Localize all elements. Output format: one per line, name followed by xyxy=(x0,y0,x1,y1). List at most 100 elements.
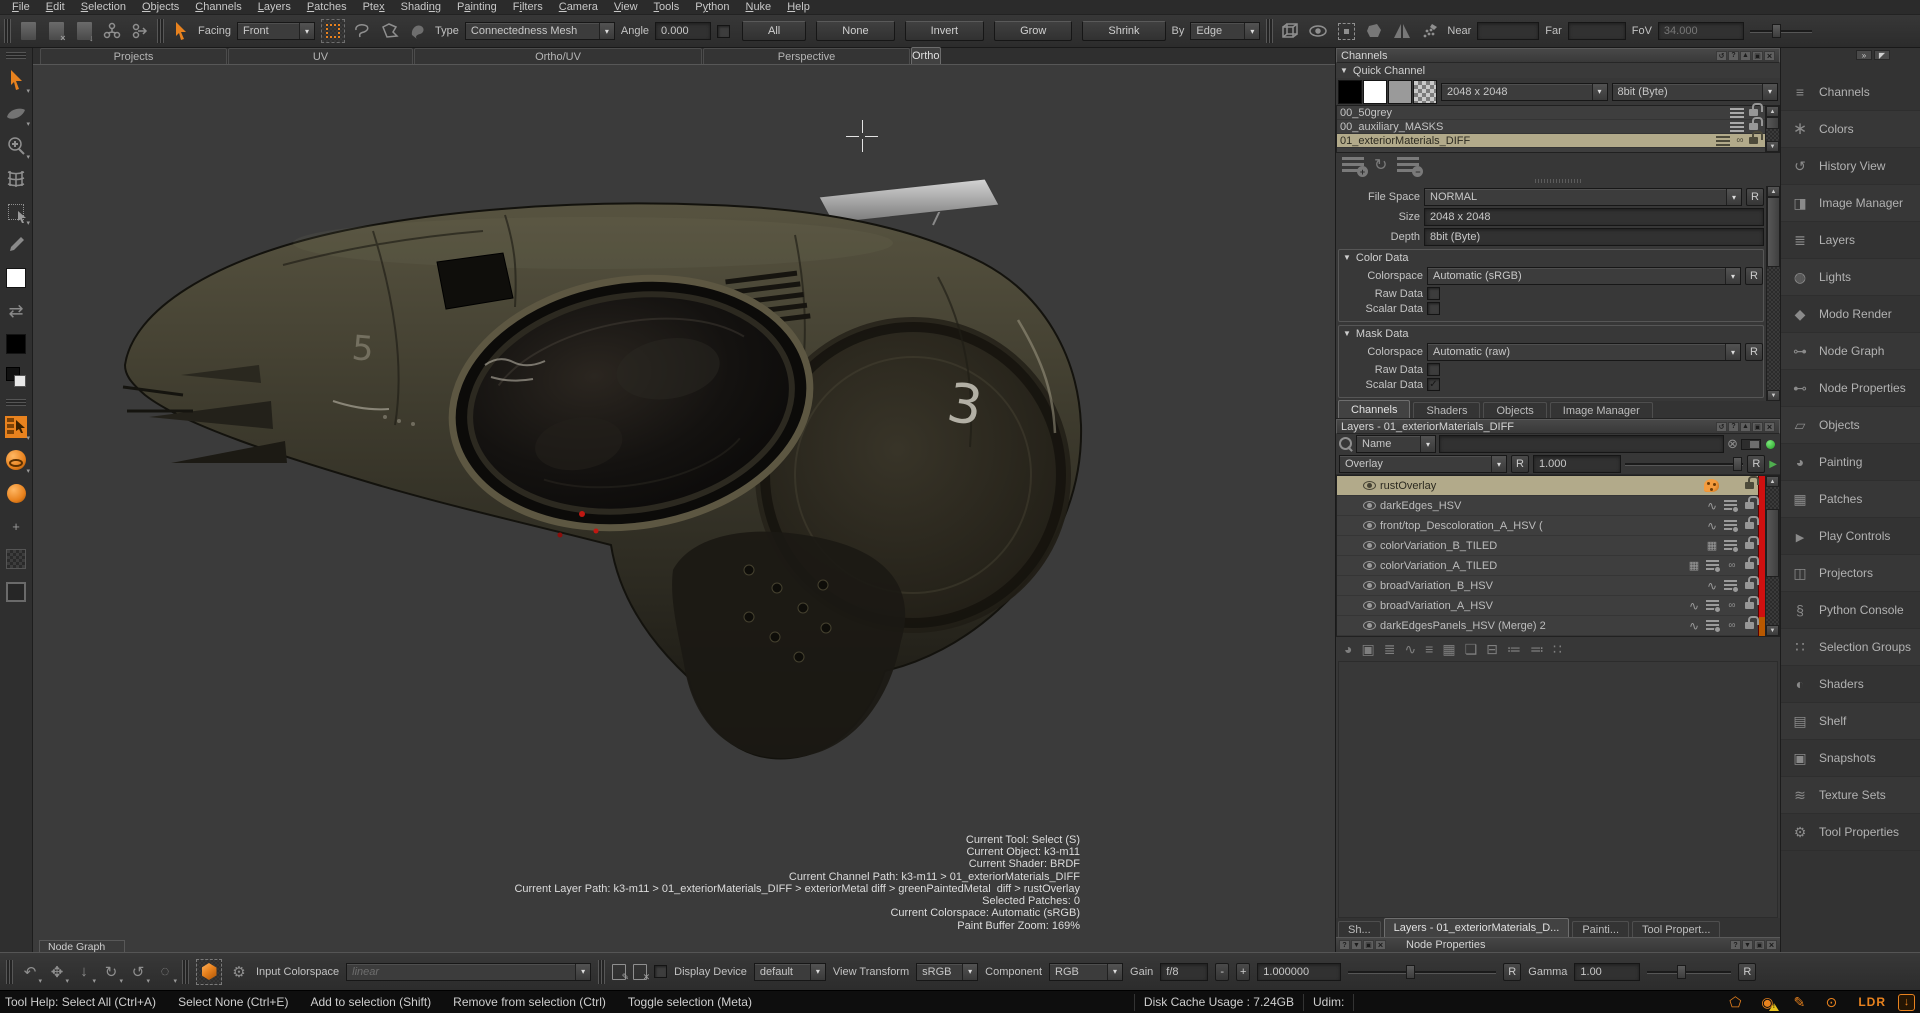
reset-button[interactable]: R xyxy=(1738,963,1756,981)
add-procedural-layer-icon[interactable]: ∿ xyxy=(1404,641,1416,658)
view-tab[interactable]: Ortho xyxy=(911,47,941,64)
fov-field[interactable]: 34.000 xyxy=(1658,22,1744,40)
menu-item[interactable]: Shading xyxy=(393,1,449,13)
ptex-extract-icon[interactable] xyxy=(129,20,151,42)
pattern-swatch-icon[interactable] xyxy=(3,546,29,572)
view-transform-dropdown[interactable]: sRGB xyxy=(916,963,978,981)
near-field[interactable] xyxy=(1477,22,1539,40)
toolbar-grip[interactable] xyxy=(6,399,26,406)
visibility-eye-icon[interactable] xyxy=(1363,601,1376,610)
sphere-icon[interactable] xyxy=(3,480,29,506)
unlock-icon[interactable] xyxy=(1749,137,1758,144)
swap-colors-icon[interactable]: ⇄ xyxy=(3,298,29,324)
unlock-icon[interactable] xyxy=(1745,502,1754,509)
bake-checkbox[interactable] xyxy=(654,965,667,978)
facing-dropdown[interactable]: Front xyxy=(237,22,315,40)
reset-button[interactable]: R xyxy=(1746,188,1764,206)
view-tab[interactable]: Perspective xyxy=(703,48,910,64)
sidebar-item[interactable]: Python Console xyxy=(1781,592,1920,629)
node-graph-collapsed-tab[interactable]: Node Graph xyxy=(39,940,125,952)
bottom-tab[interactable]: Sh... xyxy=(1338,921,1381,937)
paint-select-icon[interactable] xyxy=(407,20,429,42)
sidebar-item[interactable]: Play Controls xyxy=(1781,518,1920,555)
layer-row[interactable]: colorVariation_A_TILED ∞ xyxy=(1337,556,1758,576)
fov-slider[interactable] xyxy=(1750,22,1812,40)
black-swatch[interactable] xyxy=(1338,80,1362,104)
select-tool-icon[interactable] xyxy=(170,20,192,42)
palette-tab[interactable]: Objects xyxy=(1483,402,1546,418)
sidebar-item[interactable]: Node Properties xyxy=(1781,370,1920,407)
add-image-layer-icon[interactable]: ▣ xyxy=(1361,641,1374,658)
drop-icon[interactable]: ↓▾ xyxy=(74,961,94,983)
visibility-eye-icon[interactable] xyxy=(1363,581,1376,590)
dashed-circle-icon[interactable]: ◌▾ xyxy=(155,961,175,983)
sidebar-item[interactable]: Modo Render xyxy=(1781,296,1920,333)
polygon-select-icon[interactable] xyxy=(379,20,401,42)
visibility-eye-icon[interactable] xyxy=(1363,481,1376,490)
mask-data-header[interactable]: Mask Data xyxy=(1339,326,1763,341)
checker-swatch[interactable] xyxy=(1413,80,1437,104)
select-visible-icon[interactable] xyxy=(1335,20,1357,42)
spray-icon[interactable] xyxy=(1419,20,1441,42)
close-project-icon[interactable]: × xyxy=(45,20,67,42)
view-tab[interactable]: UV xyxy=(228,48,413,64)
uv-select-icon[interactable]: ▾ xyxy=(3,414,29,440)
help-icon[interactable] xyxy=(1730,940,1741,950)
merge-layers-icon[interactable]: ⊟ xyxy=(1486,641,1498,658)
sidebar-item[interactable]: Painting xyxy=(1781,444,1920,481)
reset-button[interactable]: R xyxy=(1503,963,1521,981)
reset-button[interactable]: R xyxy=(1747,455,1765,473)
unlock-icon[interactable] xyxy=(1749,109,1758,116)
unlock-icon[interactable] xyxy=(1745,562,1754,569)
close-icon[interactable] xyxy=(1764,422,1775,432)
selection-button[interactable]: Invert xyxy=(905,21,985,41)
unlock-icon[interactable] xyxy=(1745,542,1754,549)
move-icon[interactable]: ✥▾ xyxy=(47,961,67,983)
add-graph-layer-icon[interactable]: ≡ xyxy=(1425,641,1433,657)
import-icon[interactable]: ↓ xyxy=(73,20,95,42)
sidebar-item[interactable]: Patches xyxy=(1781,481,1920,518)
orbit-icon[interactable]: ↺▾ xyxy=(128,961,148,983)
gain-plus-button[interactable]: + xyxy=(1236,963,1250,981)
display-device-dropdown[interactable]: default xyxy=(754,963,826,981)
input-colorspace-dropdown[interactable]: linear xyxy=(346,963,591,981)
selection-type-dropdown[interactable]: Connectedness Mesh xyxy=(465,22,615,40)
clear-search-icon[interactable]: ⊗ xyxy=(1727,436,1738,452)
pointer-icon[interactable]: ◤ xyxy=(1874,50,1890,60)
node-properties-bar[interactable]: Node Properties xyxy=(1336,937,1780,952)
sidebar-item[interactable]: Colors xyxy=(1781,111,1920,148)
foreground-color-swatch[interactable] xyxy=(3,265,29,291)
visibility-eye-icon[interactable] xyxy=(1363,561,1376,570)
toolbar-grip[interactable] xyxy=(6,52,26,59)
toolbar-grip[interactable] xyxy=(182,960,189,984)
sync-channel-icon[interactable]: ↻ xyxy=(1374,155,1387,175)
selection-button[interactable]: None xyxy=(816,21,894,41)
add-paint-layer-icon[interactable]: ◕ xyxy=(1344,641,1352,657)
add-group-icon[interactable]: ❏ xyxy=(1465,641,1478,658)
resolution-dropdown[interactable]: 2048 x 2048 xyxy=(1441,83,1608,101)
marquee-select-icon[interactable] xyxy=(321,19,345,43)
selection-button[interactable]: Grow xyxy=(994,21,1072,41)
menu-item[interactable]: Camera xyxy=(551,1,606,13)
menu-item[interactable]: Filters xyxy=(505,1,551,13)
menu-item[interactable]: Objects xyxy=(134,1,187,13)
grid-icon[interactable]: ∷ xyxy=(1553,641,1562,658)
float-icon[interactable] xyxy=(1752,422,1763,432)
menu-item[interactable]: Patches xyxy=(299,1,355,13)
channel-scrollbar[interactable] xyxy=(1765,106,1779,152)
unlock-icon[interactable] xyxy=(1745,582,1754,589)
menu-item[interactable]: Selection xyxy=(73,1,134,13)
mirror-selection-icon[interactable] xyxy=(1391,20,1413,42)
background-color-swatch[interactable] xyxy=(3,331,29,357)
zoom-tool-icon[interactable]: ▾ xyxy=(3,133,29,159)
help-icon[interactable] xyxy=(1728,51,1739,61)
sidebar-item[interactable]: Layers xyxy=(1781,222,1920,259)
properties-scrollbar[interactable] xyxy=(1766,186,1780,401)
gamma-slider[interactable] xyxy=(1647,963,1731,981)
selection-button[interactable]: All xyxy=(742,21,806,41)
blend-mode-dropdown[interactable]: Overlay xyxy=(1339,455,1507,473)
palette-warning-icon[interactable]: ◉ xyxy=(1756,993,1778,1011)
unlock-icon[interactable] xyxy=(1745,522,1754,529)
reset-button[interactable]: R xyxy=(1511,455,1529,473)
help-icon[interactable] xyxy=(1339,940,1350,950)
